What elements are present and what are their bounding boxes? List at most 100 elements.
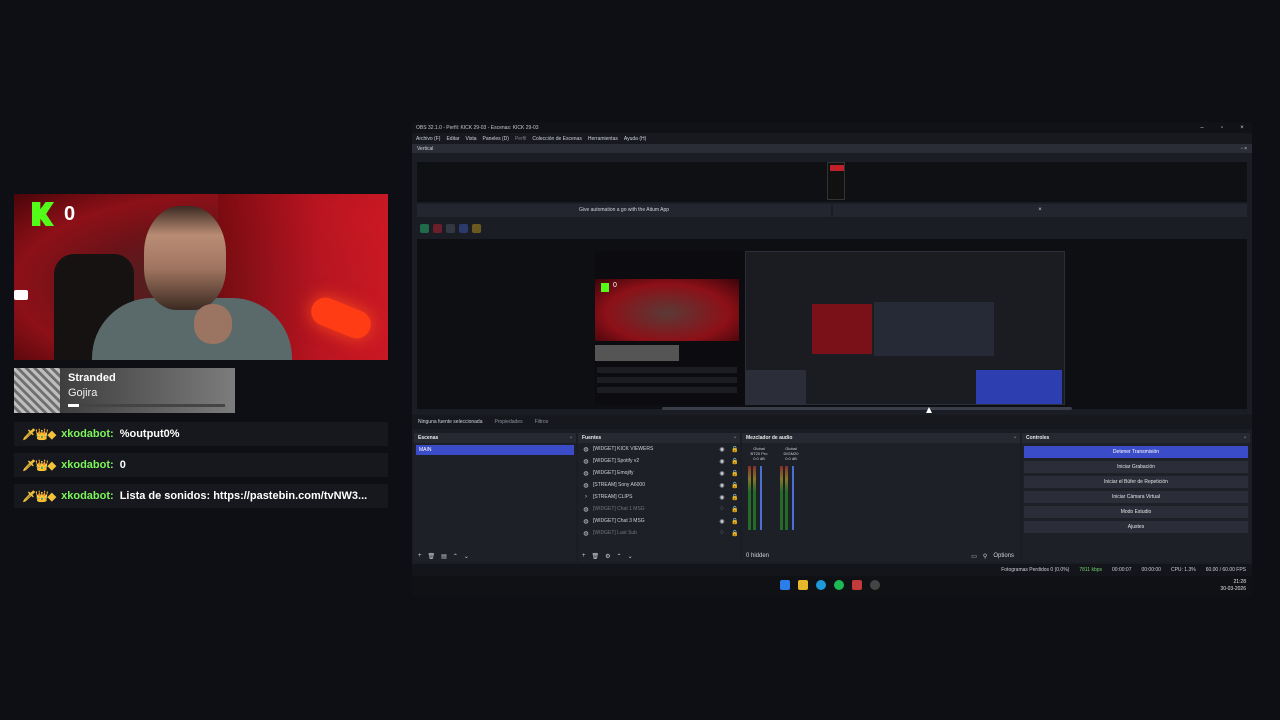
close-icon[interactable]: × — [1232, 125, 1252, 131]
source-row[interactable]: ◍ [WIDGET] Chat 3 MSG ◉ 🔒 — [578, 515, 740, 527]
filters-button[interactable]: Filtros — [535, 419, 549, 425]
visibility-eye-icon[interactable]: ◉ — [717, 518, 727, 525]
nested-preview: 0 — [595, 251, 1065, 405]
banner-close-icon[interactable]: × — [833, 204, 1247, 217]
lock-icon[interactable]: 🔒 — [730, 530, 740, 537]
menu-file[interactable]: Archivo (F) — [416, 136, 440, 142]
visibility-eye-icon[interactable]: ◉ — [717, 458, 727, 465]
source-row[interactable]: ◍ [WIDGET] Last Sub ◌ 🔒 — [578, 527, 740, 539]
move-up-icon[interactable]: ⌃ — [453, 553, 458, 560]
start-icon[interactable] — [780, 580, 790, 590]
start-recording-button[interactable]: Iniciar Grabación — [1024, 461, 1248, 473]
maximize-icon[interactable]: ▫ — [1212, 125, 1232, 131]
source-row[interactable]: ◍ [WIDGET] Spotify v2 ◉ 🔒 — [578, 455, 740, 467]
mixer-layout-icon[interactable]: ▭ — [971, 553, 977, 560]
app-icon[interactable] — [852, 580, 862, 590]
lock-icon[interactable]: 🔒 — [730, 482, 740, 489]
move-down-icon[interactable]: ⌄ — [464, 553, 469, 560]
cpu-usage: CPU: 1.3% — [1170, 567, 1196, 573]
source-settings-icon[interactable]: ⚙ — [605, 553, 610, 560]
aitum-banner[interactable]: Give automation a go with the Aitum App — [417, 204, 831, 217]
browser-source-icon: ◍ — [583, 518, 589, 525]
audio-meter — [753, 466, 756, 530]
move-up-icon[interactable]: ⌃ — [617, 553, 622, 560]
volume-fader[interactable] — [792, 466, 794, 530]
source-row[interactable]: ◍ [WIDGET] KICK VIEWERS ◉ 🔒 — [578, 443, 740, 455]
stop-stream-button[interactable]: Detener Transmisión — [1024, 446, 1248, 458]
replay-icon[interactable] — [459, 223, 468, 233]
group-expand-icon[interactable]: › — [582, 494, 590, 500]
file-explorer-icon[interactable] — [798, 580, 808, 590]
chat-user: xkodabot: — [61, 459, 114, 471]
lock-icon[interactable]: 🔒 — [730, 470, 740, 477]
record-icon[interactable] — [433, 223, 442, 233]
dock-menu-icon[interactable]: ▫ — [1014, 435, 1016, 441]
settings-button[interactable]: Ajustes — [1024, 521, 1248, 533]
dock-menu-icon[interactable]: ▫ — [734, 435, 736, 441]
browser-source-icon: ◍ — [583, 446, 589, 453]
edge-icon[interactable] — [816, 580, 826, 590]
menu-edit[interactable]: Editar — [446, 136, 459, 142]
record-time: 00:00:00 — [1141, 567, 1161, 573]
hidden-eye-icon[interactable]: ◌ — [717, 506, 727, 512]
badge-icons: 🗡👑◆ — [22, 490, 56, 503]
options-button[interactable]: Options — [993, 553, 1014, 560]
visibility-eye-icon[interactable]: ◉ — [717, 494, 727, 501]
menu-docks[interactable]: Paneles (D) — [483, 136, 509, 142]
virtual-camera-button[interactable]: Iniciar Cámara Virtual — [1024, 491, 1248, 503]
hidden-count: 0 hidden — [746, 553, 770, 559]
visibility-eye-icon[interactable]: ◉ — [717, 446, 727, 453]
lock-icon[interactable]: 🔒 — [730, 494, 740, 501]
add-source-icon[interactable]: + — [582, 553, 586, 559]
visibility-eye-icon[interactable]: ◉ — [717, 470, 727, 477]
dock-menu-icon[interactable]: ▫ — [570, 435, 572, 441]
studio-mode-button[interactable]: Modo Estudio — [1024, 506, 1248, 518]
spotify-icon[interactable] — [834, 580, 844, 590]
toggle-icon[interactable] — [420, 223, 429, 233]
dock-close-icon[interactable]: ▫ × — [1241, 146, 1247, 152]
remove-source-icon[interactable]: 🗑 — [592, 553, 600, 560]
mixer-channel: Global BT20 Pro 0.0 dB — [744, 446, 774, 542]
remove-scene-icon[interactable]: 🗑 — [428, 553, 436, 560]
controls-dock: Controles ▫ Detener Transmisión Iniciar G… — [1022, 433, 1250, 562]
scene-filter-icon[interactable]: ▤ — [441, 553, 447, 560]
minimize-icon[interactable]: – — [1192, 125, 1212, 131]
source-row[interactable]: ◍ [STREAM] Sony A6000 ◉ 🔒 — [578, 479, 740, 491]
preview-scrollbar[interactable] — [662, 407, 1072, 410]
scene-item-main[interactable]: MAIN — [416, 445, 574, 455]
sources-title: Fuentes — [582, 435, 602, 441]
menu-help[interactable]: Ayuda (H) — [624, 136, 646, 142]
system-clock[interactable]: 21:28 30-03-2026 — [1220, 579, 1246, 593]
menu-profile[interactable]: Perfil — [515, 136, 526, 142]
title-bar: OBS 32.1.0 - Perfil: KICK 29-03 - Escena… — [412, 122, 1252, 133]
square-icon[interactable] — [446, 223, 455, 233]
lock-icon[interactable]: 🔒 — [730, 506, 740, 513]
menu-bar: Archivo (F) Editar Vista Paneles (D) Per… — [412, 133, 1252, 144]
menu-tools[interactable]: Herramientas — [588, 136, 618, 142]
lock-icon[interactable]: 🔒 — [730, 446, 740, 453]
source-row[interactable]: ◍ [WIDGET] Chat 1 MSG ◌ 🔒 — [578, 503, 740, 515]
vertical-toolbar — [417, 221, 1247, 235]
badge-icons: 🗡👑◆ — [22, 428, 56, 441]
menu-view[interactable]: Vista — [466, 136, 477, 142]
source-row[interactable]: › [STREAM] CLIPS ◉ 🔒 — [578, 491, 740, 503]
visibility-eye-icon[interactable]: ◉ — [717, 482, 727, 489]
bitrate: 7811 kbps — [1079, 567, 1103, 573]
replay-buffer-button[interactable]: Iniciar el Búfer de Repetición — [1024, 476, 1248, 488]
dock-menu-icon[interactable]: ▫ — [1244, 435, 1246, 441]
lock-icon[interactable]: 🔒 — [730, 518, 740, 525]
hidden-eye-icon[interactable]: ◌ — [717, 530, 727, 536]
volume-fader[interactable] — [760, 466, 762, 530]
menu-scene-collection[interactable]: Colección de Escenas — [532, 136, 581, 142]
folder-icon[interactable] — [472, 223, 481, 233]
mixer-link-icon[interactable]: ⚲ — [983, 553, 987, 560]
obs-icon[interactable] — [870, 580, 880, 590]
add-scene-icon[interactable]: + — [418, 553, 422, 559]
badge-icons: 🗡👑◆ — [22, 459, 56, 472]
properties-button[interactable]: Propiedades — [495, 419, 523, 425]
main-preview[interactable]: 0 — [417, 239, 1247, 409]
move-down-icon[interactable]: ⌄ — [628, 553, 633, 560]
source-row[interactable]: ◍ [WIDGET] Emojify ◉ 🔒 — [578, 467, 740, 479]
lock-icon[interactable]: 🔒 — [730, 458, 740, 465]
chat-message: 🗡👑◆ xkodabot: 0 — [14, 453, 388, 477]
